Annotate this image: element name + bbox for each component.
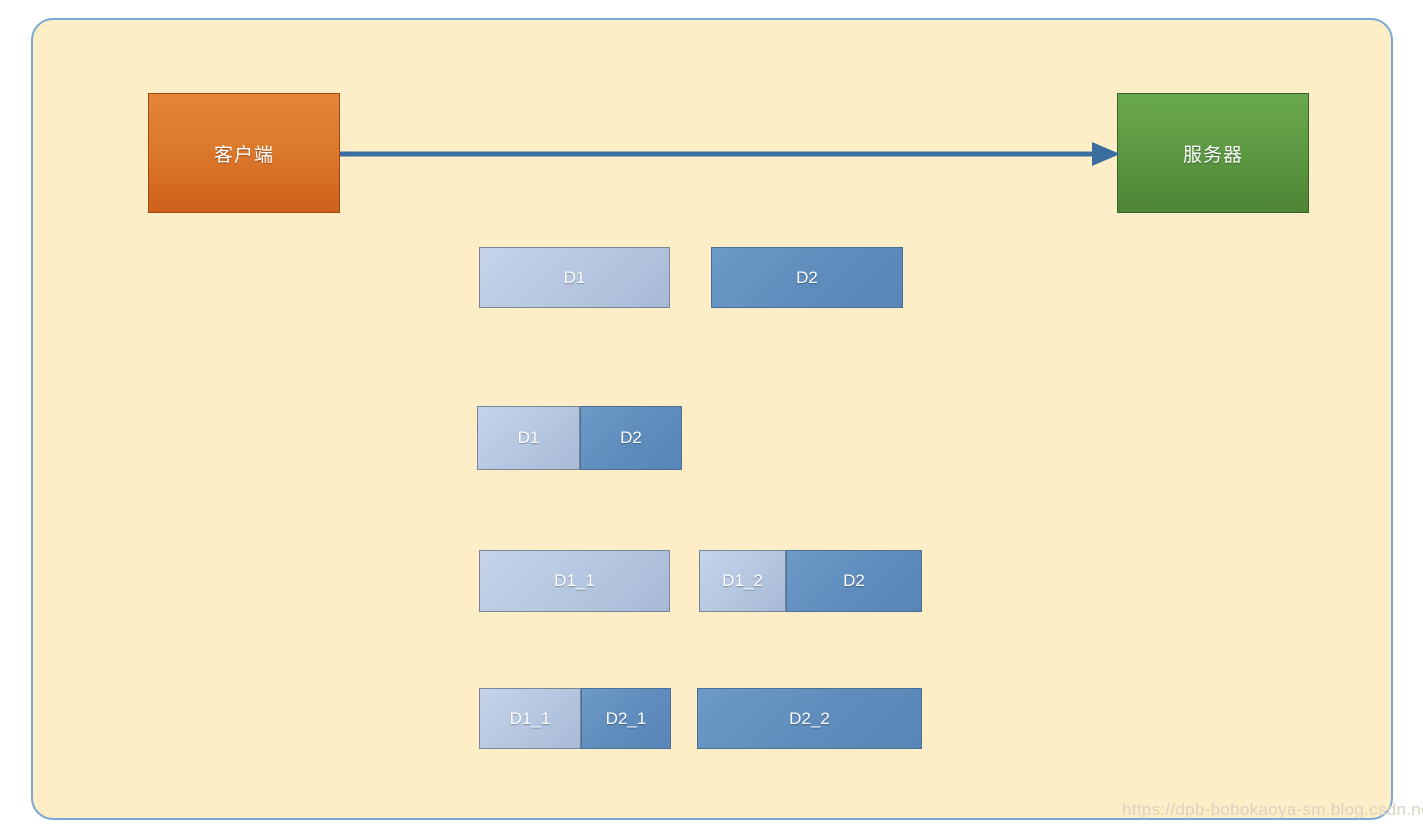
data-block: D1_1 bbox=[479, 688, 581, 749]
data-block-label: D1_1 bbox=[554, 571, 595, 590]
data-block: D2_2 bbox=[697, 688, 922, 749]
server-node: 服务器 bbox=[1117, 93, 1309, 213]
data-block: D2 bbox=[580, 406, 682, 470]
server-node-label: 服务器 bbox=[1182, 144, 1243, 166]
client-node: 客户端 bbox=[148, 93, 340, 213]
data-block-label: D2_1 bbox=[605, 708, 647, 728]
data-block-label: D2 bbox=[620, 428, 642, 447]
data-block-label: D2_2 bbox=[789, 708, 830, 728]
data-block-label: D1 bbox=[517, 428, 540, 447]
watermark: https://dpb-bobokaoya-sm.blog.csdn.net bbox=[1122, 800, 1423, 819]
data-block: D2 bbox=[786, 550, 922, 612]
data-block: D2_1 bbox=[581, 688, 671, 749]
data-block: D1 bbox=[479, 247, 670, 308]
client-node-label: 客户端 bbox=[213, 144, 274, 166]
arrow-icon bbox=[340, 142, 1120, 166]
data-block-label: D2 bbox=[843, 571, 865, 590]
data-block: D2 bbox=[711, 247, 903, 308]
data-block: D1_1 bbox=[479, 550, 670, 612]
data-block-label: D1_2 bbox=[722, 571, 763, 590]
data-block: D1 bbox=[477, 406, 580, 470]
client-to-server-arrow bbox=[340, 136, 1120, 172]
data-block-label: D1 bbox=[563, 267, 586, 287]
data-block-label: D2 bbox=[796, 267, 818, 287]
diagram-canvas: 客户端 服务器 D1 D2 D1 D2 D1_1 D1_2 D2 D1_1 D2_1 D2_2 h… bbox=[31, 18, 1423, 820]
data-block: D1_2 bbox=[699, 550, 786, 612]
data-block-label: D1_1 bbox=[509, 708, 551, 728]
